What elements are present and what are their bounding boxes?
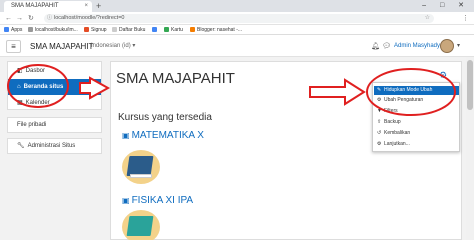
scrollbar-thumb[interactable] bbox=[467, 60, 473, 110]
page-icon bbox=[28, 27, 33, 32]
menu-item-backup[interactable]: ⇪ Backup bbox=[374, 118, 459, 127]
messages-icon[interactable]: 💬︎ bbox=[382, 36, 391, 57]
course-link[interactable]: ▣ FISIKA XI IPA bbox=[122, 195, 193, 206]
menu-item-kembalikan[interactable]: ↺ Kembalikan bbox=[374, 129, 459, 138]
course-link[interactable]: ▣ MATEMATIKA X bbox=[122, 130, 204, 141]
bookmarks-bar: Apps localhost/buku/im... Signup Daftar … bbox=[0, 25, 474, 35]
home-icon: ⌂ bbox=[17, 84, 21, 90]
page-icon bbox=[112, 27, 117, 32]
filter-icon: ▼ bbox=[377, 108, 382, 114]
address-bar[interactable]: ⓘ localhost/moodle/?redirect=0 ☆ bbox=[44, 14, 434, 23]
site-brand[interactable]: SMA MAJAPAHIT bbox=[30, 36, 93, 57]
apps-icon bbox=[4, 27, 9, 32]
course-image[interactable] bbox=[122, 210, 160, 240]
wrench-icon: 🔧︎ bbox=[17, 143, 25, 149]
reload-icon[interactable]: ↻ bbox=[28, 12, 34, 25]
sidebar-item-file-pribadi[interactable]: File pribadi bbox=[7, 117, 102, 133]
restore-icon: ↺ bbox=[377, 130, 382, 136]
bookmark-localhost[interactable]: localhost/buku/im... bbox=[28, 25, 78, 35]
sidebar-item-dasbor[interactable]: ◧ Dasbor bbox=[8, 63, 101, 79]
blogger-icon bbox=[190, 27, 195, 32]
site-navbar: ≡ SMA MAJAPAHIT Indonesian (id) ▾ 🔔︎ 💬︎ … bbox=[0, 36, 474, 57]
page-title: SMA MAJAPAHIT bbox=[116, 70, 235, 87]
signup-icon bbox=[84, 27, 89, 32]
bookmark-apps[interactable]: Apps bbox=[4, 25, 22, 35]
user-name[interactable]: Admin Masyhady bbox=[394, 36, 440, 57]
course-image[interactable] bbox=[122, 150, 160, 184]
section-heading: Kursus yang tersedia bbox=[118, 112, 212, 123]
book-icon bbox=[126, 216, 154, 236]
browser-toolbar: ← → ↻ ⓘ localhost/moodle/?redirect=0 ☆ ⋮ bbox=[0, 12, 474, 25]
calendar-icon: ▦ bbox=[17, 100, 23, 106]
gear-icon: ⚙ bbox=[377, 141, 382, 147]
bookmark-signup[interactable]: Signup bbox=[84, 25, 107, 35]
window-controls[interactable]: – □ ✕ bbox=[422, 0, 470, 12]
menu-item-filters[interactable]: ▼ Filters bbox=[374, 107, 459, 116]
navigation-block: ◧ Dasbor ⌂ Beranda situs ▦ Kalender bbox=[7, 61, 102, 110]
browser-tab-bar: SMA MAJAPAHIT × + – □ ✕ bbox=[0, 0, 474, 12]
dashboard-icon: ◧ bbox=[17, 68, 23, 74]
bookmark-icon bbox=[152, 27, 157, 32]
menu-item-ubah-pengaturan[interactable]: ⚙ Ubah Pengaturan bbox=[374, 96, 459, 105]
info-icon[interactable]: ⓘ bbox=[47, 14, 52, 23]
tab-title: SMA MAJAPAHIT bbox=[11, 3, 59, 9]
notification-bell-icon[interactable]: 🔔︎ bbox=[371, 36, 380, 57]
forward-icon[interactable]: → bbox=[16, 12, 23, 25]
sidebar-item-kalender[interactable]: ▦ Kalender bbox=[8, 95, 101, 111]
address-url: localhost/moodle/?redirect=0 bbox=[54, 15, 125, 21]
bookmark-blogger[interactable]: Blogger: nasehat -... bbox=[190, 25, 242, 35]
gear-icon[interactable]: ⚙ bbox=[439, 70, 447, 81]
menu-item-lanjutkan[interactable]: ⚙ Lanjutkan... bbox=[374, 140, 459, 149]
kartu-icon bbox=[164, 27, 169, 32]
pencil-icon: ✎ bbox=[377, 87, 382, 93]
avatar[interactable] bbox=[440, 39, 454, 53]
sidebar-item-beranda-situs[interactable]: ⌂ Beranda situs bbox=[8, 79, 101, 95]
gear-icon: ⚙ bbox=[377, 97, 382, 103]
back-icon[interactable]: ← bbox=[5, 12, 12, 25]
browser-tab[interactable]: SMA MAJAPAHIT × bbox=[4, 1, 92, 12]
course-icon: ▣ bbox=[122, 131, 130, 140]
bookmark-icon-only[interactable] bbox=[152, 25, 159, 35]
menu-toggle-button[interactable]: ≡ bbox=[6, 40, 21, 53]
star-icon[interactable]: ☆ bbox=[425, 14, 430, 23]
menu-item-hidupkan-mode-ubah[interactable]: ✎ Hidupkan Mode Ubah bbox=[374, 86, 459, 95]
course-admin-menu: ✎ Hidupkan Mode Ubah ⚙ Ubah Pengaturan ▼ Fi… bbox=[372, 82, 460, 152]
bookmark-kartu[interactable]: Kartu bbox=[164, 25, 183, 35]
upload-icon: ⇪ bbox=[377, 119, 382, 125]
book-pages bbox=[130, 174, 152, 178]
user-menu-caret-icon[interactable]: ▾ bbox=[457, 36, 460, 57]
course-icon: ▣ bbox=[122, 196, 130, 205]
sidebar-item-administrasi-situs[interactable]: 🔧︎ Administrasi Situs bbox=[7, 138, 102, 154]
book-icon bbox=[126, 156, 154, 176]
language-selector[interactable]: Indonesian (id) ▾ bbox=[91, 36, 135, 57]
browser-menu-icon[interactable]: ⋮ bbox=[462, 12, 469, 25]
bookmark-daftar-buku[interactable]: Daftar Buku bbox=[112, 25, 145, 35]
new-tab-button[interactable]: + bbox=[96, 0, 101, 12]
tab-close-icon[interactable]: × bbox=[84, 1, 88, 12]
